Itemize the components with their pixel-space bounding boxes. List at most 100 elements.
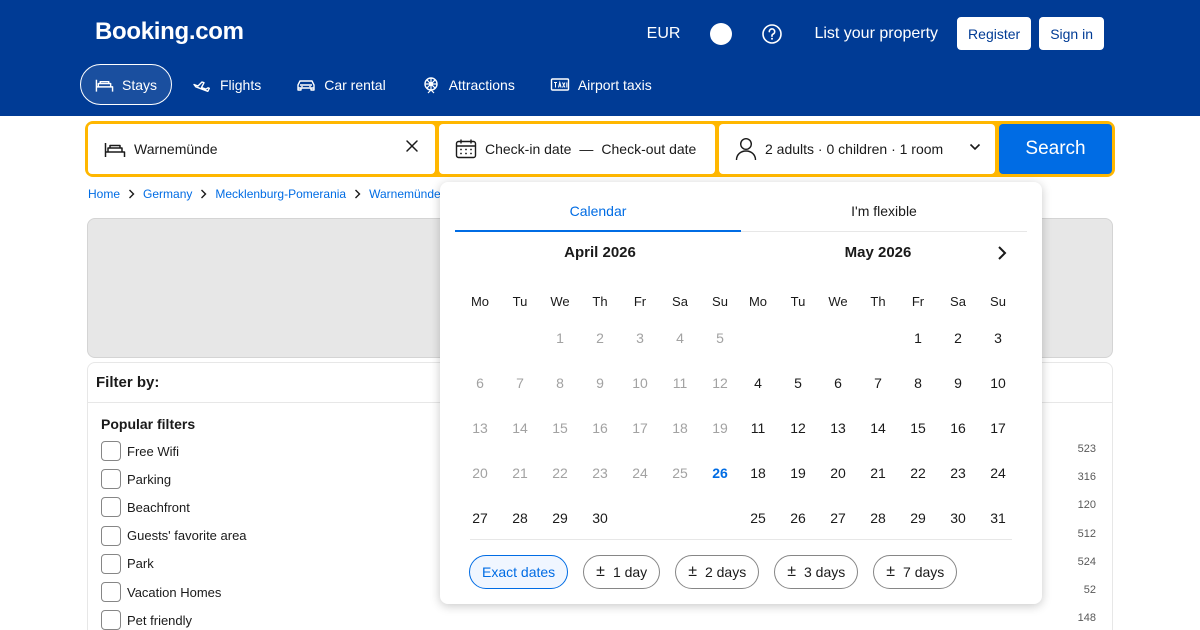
calendar-day: 21 — [512, 465, 528, 481]
checkbox[interactable] — [101, 469, 121, 490]
calendar-day[interactable]: 18 — [738, 453, 778, 498]
calendar-day[interactable]: 14 — [858, 408, 898, 453]
currency-selector[interactable]: EUR — [647, 25, 681, 43]
chevron-right-icon — [200, 189, 207, 199]
checkbox[interactable] — [101, 497, 121, 518]
nav-airport-taxis[interactable]: Airport taxis — [535, 64, 667, 105]
calendar-day[interactable]: 30 — [580, 498, 620, 543]
date-picker: Calendar I'm flexible April 2026 Mo Tu We T… — [440, 182, 1042, 604]
calendar-day[interactable]: 27 — [460, 498, 500, 543]
weekday-label: Tu — [790, 294, 806, 309]
calendar-day[interactable]: 23 — [938, 453, 978, 498]
header-actions: EUR List your property Register Sign in — [647, 17, 1104, 50]
nav-attractions[interactable]: Attractions — [406, 64, 530, 105]
filter-title: Filter by: — [96, 374, 160, 391]
calendar-day[interactable]: 25 — [738, 498, 778, 543]
calendar-day[interactable]: 9 — [938, 363, 978, 408]
list-property-link[interactable]: List your property — [814, 25, 938, 43]
breadcrumb-country[interactable]: Germany — [143, 187, 192, 201]
calendar-day[interactable]: 28 — [500, 498, 540, 543]
calendar-day[interactable]: 24 — [978, 453, 1018, 498]
calendar-day[interactable]: 2 — [938, 318, 978, 363]
tab-flexible[interactable]: I'm flexible — [741, 190, 1027, 231]
checkin-placeholder[interactable]: Check-in date — [485, 141, 571, 157]
calendar-day[interactable]: 13 — [818, 408, 858, 453]
calendar-day[interactable]: 27 — [818, 498, 858, 543]
flex-option-chip[interactable]: ±1 day — [583, 555, 661, 589]
calendar-day[interactable]: 29 — [898, 498, 938, 543]
person-icon — [735, 137, 757, 161]
breadcrumb-region[interactable]: Mecklenburg-Pomerania — [215, 187, 346, 201]
filter-count: 120 — [1077, 499, 1096, 512]
destination-field[interactable]: Warnemünde — [88, 124, 435, 174]
weekday-label: Mo — [470, 294, 490, 309]
calendar-day[interactable]: 30 — [938, 498, 978, 543]
nav-flights[interactable]: Flights — [177, 64, 276, 105]
plane-icon — [193, 80, 210, 92]
calendar-day[interactable]: 6 — [818, 363, 858, 408]
calendar-day[interactable]: 26 — [778, 498, 818, 543]
clear-icon[interactable] — [405, 139, 419, 153]
language-flag-icon[interactable] — [710, 22, 733, 45]
flex-option-chip[interactable]: Exact dates — [469, 555, 569, 589]
next-month-icon[interactable] — [996, 244, 1008, 262]
calendar-day[interactable]: 20 — [818, 453, 858, 498]
booking-logo[interactable]: Booking.com — [95, 18, 244, 46]
calendar-day[interactable]: 21 — [858, 453, 898, 498]
search-button[interactable]: Search — [999, 124, 1112, 174]
destination-value[interactable]: Warnemünde — [134, 141, 218, 157]
register-button[interactable]: Register — [957, 17, 1032, 50]
help-icon[interactable] — [762, 23, 783, 44]
calendar-day[interactable]: 3 — [978, 318, 1018, 363]
nav-car-rental[interactable]: Car rental — [281, 64, 400, 105]
breadcrumb-home[interactable]: Home — [88, 187, 120, 201]
calendar-day[interactable]: 12 — [778, 408, 818, 453]
nav-label: Stays — [121, 76, 157, 93]
popular-filters-title: Popular filters — [101, 416, 196, 432]
calendar-day[interactable]: 1 — [898, 318, 938, 363]
calendar-day[interactable]: 19 — [778, 453, 818, 498]
flex-option-chip[interactable]: ±2 days — [675, 555, 760, 589]
occupancy-field[interactable]: 2 adults · 0 children · 1 room — [719, 124, 995, 174]
calendar-day[interactable]: 26 — [700, 453, 740, 498]
calendar-day[interactable]: 7 — [858, 363, 898, 408]
flex-option-chip[interactable]: ±7 days — [873, 555, 958, 589]
checkout-placeholder[interactable]: Check-out date — [601, 141, 696, 157]
calendar-day: 2 — [596, 330, 604, 346]
calendar-day[interactable]: 29 — [540, 498, 580, 543]
plus-minus-icon: ± — [596, 563, 605, 580]
calendar-day[interactable]: 5 — [778, 363, 818, 408]
plus-minus-icon: ± — [886, 563, 896, 580]
calendar-day[interactable]: 28 — [858, 498, 898, 543]
calendar-day[interactable]: 22 — [898, 453, 938, 498]
filter-label: Vacation Homes — [127, 584, 222, 600]
checkbox[interactable] — [101, 441, 121, 461]
weekday-label: Mo — [748, 294, 768, 309]
checkbox[interactable] — [101, 582, 121, 602]
breadcrumb-city[interactable]: Warnemünde — [369, 187, 441, 201]
empty-cell — [858, 318, 898, 363]
nav-stays[interactable]: Stays — [80, 64, 172, 105]
checkbox[interactable] — [101, 610, 121, 630]
date-picker-tabs: Calendar I'm flexible — [455, 190, 1027, 232]
calendar-day[interactable]: 16 — [938, 408, 978, 453]
flex-option-chip[interactable]: ±3 days — [774, 555, 859, 589]
date-field[interactable]: Check-in date — Check-out date — [439, 124, 715, 174]
calendar-day[interactable]: 8 — [898, 363, 938, 408]
tab-calendar[interactable]: Calendar — [455, 190, 741, 232]
checkbox[interactable] — [101, 553, 121, 574]
calendar-day[interactable]: 4 — [738, 363, 778, 408]
sign-in-button[interactable]: Sign in — [1039, 17, 1104, 50]
calendar-day: 22 — [552, 465, 568, 481]
checkbox[interactable] — [101, 525, 121, 546]
calendar-day[interactable]: 11 — [738, 408, 778, 453]
ferris-wheel-icon — [424, 76, 438, 93]
chevron-down-icon — [969, 143, 981, 151]
calendar-day: 10 — [632, 375, 648, 391]
calendar-day[interactable]: 17 — [978, 408, 1018, 453]
calendar-day[interactable]: 15 — [898, 408, 938, 453]
calendar-day[interactable]: 10 — [978, 363, 1018, 408]
filter-option[interactable]: Pet friendly 148 — [101, 608, 1104, 630]
calendar-day[interactable]: 31 — [978, 498, 1018, 543]
date-separator: — — [579, 141, 594, 157]
